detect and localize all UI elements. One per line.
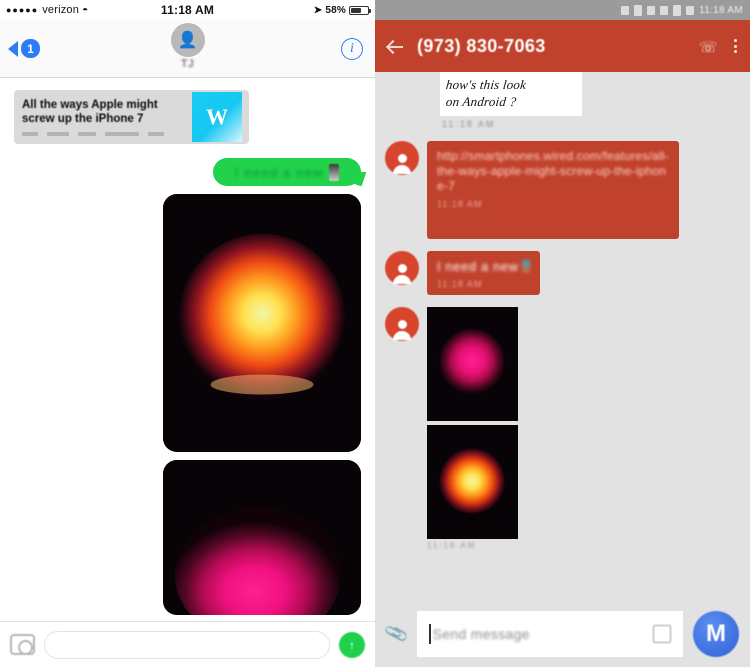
avatar: 👤 bbox=[170, 23, 205, 57]
note-timestamp: 11:18 AM bbox=[442, 119, 496, 129]
battery-icon bbox=[349, 5, 371, 15]
ios-imessage-panel: ●●●●● verizon ◓ 11:18 AM ➤ 58% 1 👤 TJ i bbox=[0, 0, 375, 667]
android-messages-panel: 11:18 AM (973) 830-7063 ☏ how's this loo… bbox=[375, 0, 750, 667]
ios-status-bar: ●●●●● verizon ◓ 11:18 AM ➤ 58% bbox=[0, 0, 375, 20]
send-arrow-icon[interactable]: ↑ bbox=[339, 631, 365, 658]
message-timestamp: 11:18 AM bbox=[437, 279, 483, 289]
ios-message-input[interactable] bbox=[44, 630, 330, 659]
mobile-phone-emoji bbox=[329, 163, 340, 181]
thermal-thumb-orange[interactable] bbox=[427, 425, 518, 539]
location-arrow-icon: ➤ bbox=[313, 4, 323, 16]
message-text: I need a new bbox=[234, 164, 325, 180]
message-row-images[interactable]: 11:18 AM bbox=[385, 307, 740, 550]
thermal-photo-magenta[interactable] bbox=[163, 460, 361, 615]
conversation-title: (973) 830-7063 bbox=[417, 35, 546, 56]
app-bar-actions: ☏ bbox=[699, 38, 737, 56]
ios-compose-bar: ↑ bbox=[0, 621, 375, 667]
more-vertical-icon[interactable] bbox=[734, 39, 737, 53]
note-line-2: on Android ? bbox=[445, 94, 518, 109]
ios-nav-bar: 1 👤 TJ i bbox=[0, 20, 375, 78]
thermal-image-magenta bbox=[163, 460, 361, 615]
link-preview-card[interactable]: All the ways Apple might screw up the iP… bbox=[14, 90, 249, 144]
contact-name: TJ bbox=[180, 58, 195, 70]
thermal-photo-orange[interactable]: Kirby bbox=[163, 194, 361, 452]
mobile-phone-emoji bbox=[521, 260, 530, 273]
incoming-message-bubble[interactable]: I need a new 11:18 AM bbox=[427, 251, 540, 295]
wifi-icon: ◓ bbox=[82, 4, 89, 16]
contact-header[interactable]: 👤 TJ bbox=[0, 23, 375, 70]
android-message-input[interactable]: Send message bbox=[417, 611, 683, 657]
signal-icon bbox=[673, 4, 682, 16]
message-timestamp: 11:18 AM bbox=[437, 199, 483, 209]
usb-icon bbox=[621, 5, 630, 15]
message-text: I need a new bbox=[437, 259, 530, 274]
wifi-icon bbox=[660, 5, 669, 15]
outgoing-message-bubble[interactable]: I need a new bbox=[213, 158, 361, 186]
incoming-message-bubble[interactable]: http://smartphones.wired.com/features/al… bbox=[427, 141, 679, 239]
battery-percent-label: 58% bbox=[325, 4, 346, 16]
input-placeholder: Send message bbox=[432, 626, 530, 642]
dual-phone-screenshot: ●●●●● verizon ◓ 11:18 AM ➤ 58% 1 👤 TJ i bbox=[0, 0, 750, 667]
android-status-bar: 11:18 AM bbox=[375, 0, 750, 20]
bluetooth-icon bbox=[647, 5, 656, 15]
carrier-label: verizon bbox=[42, 4, 80, 16]
note-line-1: how's this look bbox=[445, 77, 527, 92]
text-caret bbox=[429, 624, 431, 644]
paperclip-icon[interactable]: 📎 bbox=[383, 621, 410, 647]
thermal-thumb-magenta[interactable] bbox=[427, 307, 518, 421]
alarm-icon bbox=[634, 4, 643, 16]
message-row-text[interactable]: I need a new 11:18 AM bbox=[385, 251, 740, 295]
message-url-text: http://smartphones.wired.com/features/al… bbox=[437, 149, 669, 193]
thumbnail-list bbox=[427, 307, 518, 539]
link-preview-meta bbox=[22, 132, 186, 136]
person-avatar-icon bbox=[385, 307, 419, 341]
person-avatar-icon bbox=[385, 141, 419, 175]
thermal-image-orange bbox=[163, 194, 361, 452]
link-preview-title: All the ways Apple might screw up the iP… bbox=[22, 99, 158, 125]
link-preview-body: All the ways Apple might screw up the iP… bbox=[14, 90, 192, 144]
arrow-back-icon[interactable] bbox=[388, 39, 403, 54]
ios-status-right: ➤ 58% bbox=[313, 4, 371, 16]
android-clock: 11:18 AM bbox=[699, 4, 743, 16]
message-row-url[interactable]: http://smartphones.wired.com/features/al… bbox=[385, 141, 740, 239]
image-timestamp: 11:18 AM bbox=[427, 541, 477, 550]
android-message-thread[interactable]: how's this look on Android ? 11:18 AM ht… bbox=[375, 72, 750, 667]
signal-dots-icon: ●●●●● bbox=[6, 5, 39, 15]
sticker-icon[interactable] bbox=[653, 625, 671, 643]
handwritten-note[interactable]: how's this look on Android ? bbox=[440, 72, 582, 116]
camera-icon[interactable] bbox=[10, 634, 35, 655]
phone-call-icon[interactable]: ☏ bbox=[699, 38, 718, 56]
wired-logo-icon: W bbox=[192, 92, 242, 142]
image-attachment-group: 11:18 AM bbox=[427, 307, 518, 550]
android-app-bar: (973) 830-7063 ☏ bbox=[375, 20, 750, 72]
battery-icon bbox=[686, 5, 695, 15]
thermal-image-magenta bbox=[427, 307, 518, 421]
android-compose-bar: 📎 Send message M bbox=[375, 601, 750, 667]
ios-message-thread[interactable]: All the ways Apple might screw up the iP… bbox=[0, 78, 375, 667]
thermal-image-orange bbox=[427, 425, 518, 539]
send-avatar-icon[interactable]: M bbox=[693, 611, 739, 657]
person-avatar-icon bbox=[385, 251, 419, 285]
